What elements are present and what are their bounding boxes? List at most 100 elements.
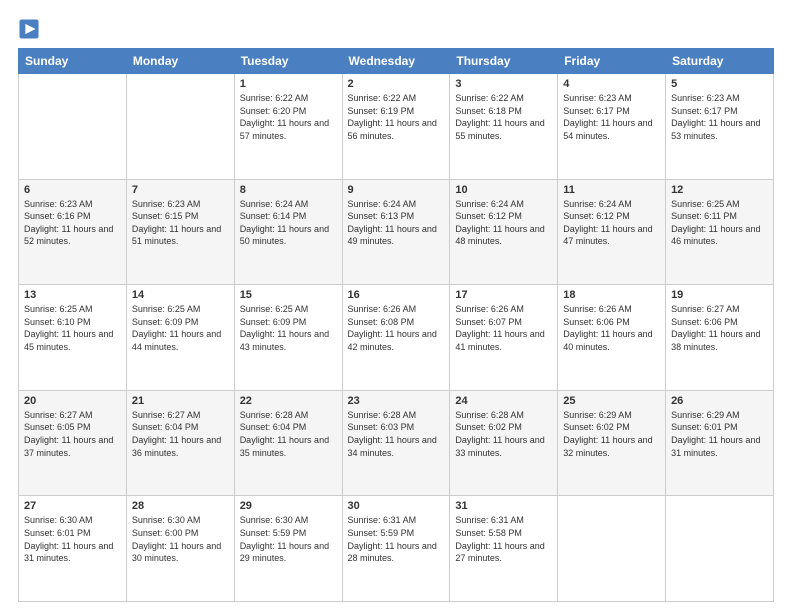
day-info: Sunrise: 6:24 AM Sunset: 6:13 PM Dayligh… <box>348 198 445 248</box>
calendar-cell: 25Sunrise: 6:29 AM Sunset: 6:02 PM Dayli… <box>558 390 666 496</box>
calendar-cell: 14 Sunrise: 6:25 AM Sunset: 6:09 PM Dayli… <box>126 285 234 391</box>
day-number: 6 <box>24 184 121 196</box>
calendar-cell: 22 Sunrise: 6:28 AM Sunset: 6:04 PM Dayli… <box>234 390 342 496</box>
col-header-tuesday: Tuesday <box>234 49 342 74</box>
day-number: 22 <box>240 395 337 407</box>
week-row-2: 13Sunrise: 6:25 AM Sunset: 6:10 PM Dayli… <box>19 285 774 391</box>
calendar-cell: 27 Sunrise: 6:30 AM Sunset: 6:01 PM Dayli… <box>19 496 127 602</box>
day-number: 26 <box>671 395 768 407</box>
day-number: 4 <box>563 78 660 90</box>
day-number: 16 <box>348 289 445 301</box>
calendar-cell: 11 Sunrise: 6:24 AM Sunset: 6:12 PM Dayli… <box>558 179 666 285</box>
week-row-3: 20 Sunrise: 6:27 AM Sunset: 6:05 PM Dayli… <box>19 390 774 496</box>
calendar-cell: 23Sunrise: 6:28 AM Sunset: 6:03 PM Dayli… <box>342 390 450 496</box>
day-number: 9 <box>348 184 445 196</box>
col-header-friday: Friday <box>558 49 666 74</box>
calendar-cell: 31 Sunrise: 6:31 AM Sunset: 5:58 PM Dayli… <box>450 496 558 602</box>
week-row-4: 27 Sunrise: 6:30 AM Sunset: 6:01 PM Dayli… <box>19 496 774 602</box>
day-info: Sunrise: 6:23 AM Sunset: 6:17 PM Dayligh… <box>563 92 660 142</box>
calendar-cell: 12Sunrise: 6:25 AM Sunset: 6:11 PM Dayli… <box>666 179 774 285</box>
day-info: Sunrise: 6:26 AM Sunset: 6:07 PM Dayligh… <box>455 303 552 353</box>
day-number: 23 <box>348 395 445 407</box>
day-number: 7 <box>132 184 229 196</box>
day-info: Sunrise: 6:23 AM Sunset: 6:16 PM Dayligh… <box>24 198 121 248</box>
calendar-cell: 19Sunrise: 6:27 AM Sunset: 6:06 PM Dayli… <box>666 285 774 391</box>
header <box>18 18 774 40</box>
day-number: 1 <box>240 78 337 90</box>
day-info: Sunrise: 6:30 AM Sunset: 6:01 PM Dayligh… <box>24 514 121 564</box>
day-info: Sunrise: 6:26 AM Sunset: 6:06 PM Dayligh… <box>563 303 660 353</box>
day-number: 31 <box>455 500 552 512</box>
day-info: Sunrise: 6:31 AM Sunset: 5:59 PM Dayligh… <box>348 514 445 564</box>
logo <box>18 18 44 40</box>
calendar-cell: 1 Sunrise: 6:22 AM Sunset: 6:20 PM Daylig… <box>234 74 342 180</box>
day-info: Sunrise: 6:29 AM Sunset: 6:02 PM Dayligh… <box>563 409 660 459</box>
calendar-cell: 18 Sunrise: 6:26 AM Sunset: 6:06 PM Dayli… <box>558 285 666 391</box>
col-header-monday: Monday <box>126 49 234 74</box>
calendar-header-row: SundayMondayTuesdayWednesdayThursdayFrid… <box>19 49 774 74</box>
calendar-cell: 16 Sunrise: 6:26 AM Sunset: 6:08 PM Dayli… <box>342 285 450 391</box>
day-number: 18 <box>563 289 660 301</box>
calendar-cell: 10Sunrise: 6:24 AM Sunset: 6:12 PM Dayli… <box>450 179 558 285</box>
calendar-cell: 15Sunrise: 6:25 AM Sunset: 6:09 PM Dayli… <box>234 285 342 391</box>
day-number: 20 <box>24 395 121 407</box>
day-number: 3 <box>455 78 552 90</box>
logo-icon <box>18 18 40 40</box>
day-number: 14 <box>132 289 229 301</box>
day-info: Sunrise: 6:28 AM Sunset: 6:04 PM Dayligh… <box>240 409 337 459</box>
day-number: 5 <box>671 78 768 90</box>
calendar-table: SundayMondayTuesdayWednesdayThursdayFrid… <box>18 48 774 602</box>
calendar-cell: 9 Sunrise: 6:24 AM Sunset: 6:13 PM Daylig… <box>342 179 450 285</box>
day-info: Sunrise: 6:31 AM Sunset: 5:58 PM Dayligh… <box>455 514 552 564</box>
calendar-cell <box>666 496 774 602</box>
day-info: Sunrise: 6:27 AM Sunset: 6:04 PM Dayligh… <box>132 409 229 459</box>
day-info: Sunrise: 6:25 AM Sunset: 6:10 PM Dayligh… <box>24 303 121 353</box>
calendar-cell: 8 Sunrise: 6:24 AM Sunset: 6:14 PM Daylig… <box>234 179 342 285</box>
calendar-cell: 28 Sunrise: 6:30 AM Sunset: 6:00 PM Dayli… <box>126 496 234 602</box>
day-number: 17 <box>455 289 552 301</box>
day-info: Sunrise: 6:25 AM Sunset: 6:09 PM Dayligh… <box>132 303 229 353</box>
day-number: 10 <box>455 184 552 196</box>
day-info: Sunrise: 6:24 AM Sunset: 6:14 PM Dayligh… <box>240 198 337 248</box>
day-number: 2 <box>348 78 445 90</box>
calendar-cell <box>558 496 666 602</box>
day-info: Sunrise: 6:24 AM Sunset: 6:12 PM Dayligh… <box>563 198 660 248</box>
calendar-cell: 4 Sunrise: 6:23 AM Sunset: 6:17 PM Daylig… <box>558 74 666 180</box>
page: SundayMondayTuesdayWednesdayThursdayFrid… <box>0 0 792 612</box>
day-info: Sunrise: 6:30 AM Sunset: 6:00 PM Dayligh… <box>132 514 229 564</box>
day-number: 19 <box>671 289 768 301</box>
day-number: 21 <box>132 395 229 407</box>
col-header-saturday: Saturday <box>666 49 774 74</box>
day-number: 8 <box>240 184 337 196</box>
day-number: 30 <box>348 500 445 512</box>
calendar-cell <box>19 74 127 180</box>
calendar-cell <box>126 74 234 180</box>
day-number: 28 <box>132 500 229 512</box>
day-info: Sunrise: 6:29 AM Sunset: 6:01 PM Dayligh… <box>671 409 768 459</box>
day-info: Sunrise: 6:26 AM Sunset: 6:08 PM Dayligh… <box>348 303 445 353</box>
day-info: Sunrise: 6:27 AM Sunset: 6:05 PM Dayligh… <box>24 409 121 459</box>
calendar-cell: 30 Sunrise: 6:31 AM Sunset: 5:59 PM Dayli… <box>342 496 450 602</box>
week-row-0: 1 Sunrise: 6:22 AM Sunset: 6:20 PM Daylig… <box>19 74 774 180</box>
day-number: 11 <box>563 184 660 196</box>
col-header-wednesday: Wednesday <box>342 49 450 74</box>
calendar-cell: 24 Sunrise: 6:28 AM Sunset: 6:02 PM Dayli… <box>450 390 558 496</box>
day-number: 24 <box>455 395 552 407</box>
day-info: Sunrise: 6:28 AM Sunset: 6:02 PM Dayligh… <box>455 409 552 459</box>
day-info: Sunrise: 6:25 AM Sunset: 6:11 PM Dayligh… <box>671 198 768 248</box>
day-number: 29 <box>240 500 337 512</box>
calendar-cell: 3 Sunrise: 6:22 AM Sunset: 6:18 PM Daylig… <box>450 74 558 180</box>
day-info: Sunrise: 6:22 AM Sunset: 6:19 PM Dayligh… <box>348 92 445 142</box>
week-row-1: 6 Sunrise: 6:23 AM Sunset: 6:16 PM Daylig… <box>19 179 774 285</box>
day-info: Sunrise: 6:30 AM Sunset: 5:59 PM Dayligh… <box>240 514 337 564</box>
day-number: 27 <box>24 500 121 512</box>
calendar-cell: 5Sunrise: 6:23 AM Sunset: 6:17 PM Daylig… <box>666 74 774 180</box>
calendar-cell: 26 Sunrise: 6:29 AM Sunset: 6:01 PM Dayli… <box>666 390 774 496</box>
calendar-cell: 6 Sunrise: 6:23 AM Sunset: 6:16 PM Daylig… <box>19 179 127 285</box>
calendar-cell: 13Sunrise: 6:25 AM Sunset: 6:10 PM Dayli… <box>19 285 127 391</box>
calendar-cell: 7Sunrise: 6:23 AM Sunset: 6:15 PM Daylig… <box>126 179 234 285</box>
day-info: Sunrise: 6:22 AM Sunset: 6:18 PM Dayligh… <box>455 92 552 142</box>
day-info: Sunrise: 6:22 AM Sunset: 6:20 PM Dayligh… <box>240 92 337 142</box>
calendar-cell: 17 Sunrise: 6:26 AM Sunset: 6:07 PM Dayli… <box>450 285 558 391</box>
calendar-cell: 21 Sunrise: 6:27 AM Sunset: 6:04 PM Dayli… <box>126 390 234 496</box>
